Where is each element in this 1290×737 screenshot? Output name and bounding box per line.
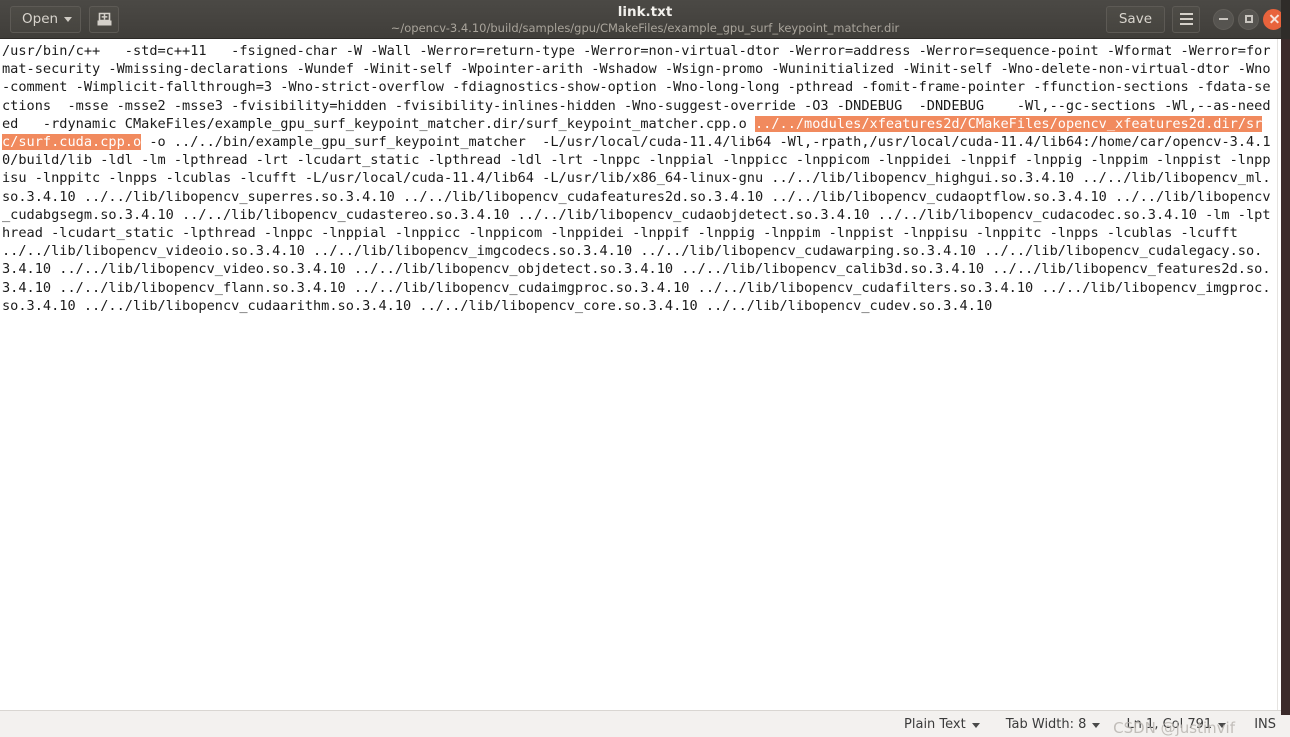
close-icon	[1269, 14, 1279, 24]
document-path: ~/opencv-3.4.10/build/samples/gpu/CMakeF…	[390, 20, 900, 35]
minimize-button[interactable]	[1213, 8, 1234, 30]
window-controls	[1213, 8, 1284, 30]
tab-width-selector[interactable]: Tab Width: 8	[1006, 717, 1101, 732]
new-document-icon	[97, 12, 112, 25]
cursor-position[interactable]: Ln 1, Col 791	[1126, 716, 1227, 732]
cursor-position-label: Ln 1, Col 791	[1126, 716, 1213, 732]
text-run: -o ../../bin/example_gpu_surf_keypoint_m…	[2, 134, 1271, 314]
open-button-label: Open	[22, 11, 59, 27]
chevron-down-icon	[1218, 722, 1227, 728]
editor-area: /usr/bin/c++ -std=c++11 -fsigned-char -W…	[0, 39, 1290, 710]
chevron-down-icon	[64, 17, 73, 22]
chevron-down-icon	[971, 722, 980, 728]
maximize-button[interactable]	[1238, 8, 1259, 30]
desktop-edge-right	[1281, 39, 1290, 715]
document-title: link.txt	[617, 3, 673, 20]
menu-button[interactable]	[1172, 5, 1200, 33]
insert-mode-indicator: INS	[1254, 716, 1276, 732]
desktop-edge-top	[1281, 0, 1290, 39]
language-label: Plain Text	[904, 716, 966, 732]
open-button[interactable]: Open	[10, 5, 82, 33]
text-editor[interactable]: /usr/bin/c++ -std=c++11 -fsigned-char -W…	[0, 39, 1277, 710]
save-button-label: Save	[1118, 11, 1152, 27]
chevron-down-icon	[1092, 722, 1101, 728]
minimize-icon	[1219, 18, 1228, 20]
save-button[interactable]: Save	[1105, 5, 1165, 33]
language-selector[interactable]: Plain Text	[904, 717, 980, 732]
titlebar-title-block: link.txt ~/opencv-3.4.10/build/samples/g…	[0, 0, 1290, 39]
hamburger-menu-icon	[1179, 13, 1193, 25]
title-bar: Open link.txt ~/opencv-3.4.10/build/samp…	[0, 0, 1290, 39]
new-document-button[interactable]	[89, 5, 120, 33]
maximize-icon	[1244, 15, 1253, 23]
titlebar-left-controls: Open	[10, 5, 120, 33]
titlebar-right-controls: Save	[1105, 5, 1284, 33]
status-bar: Plain Text Tab Width: 8 Ln 1, Col 791 IN…	[0, 710, 1290, 737]
tab-width-label: Tab Width: 8	[1005, 716, 1087, 732]
gedit-window: Open link.txt ~/opencv-3.4.10/build/samp…	[0, 0, 1290, 737]
